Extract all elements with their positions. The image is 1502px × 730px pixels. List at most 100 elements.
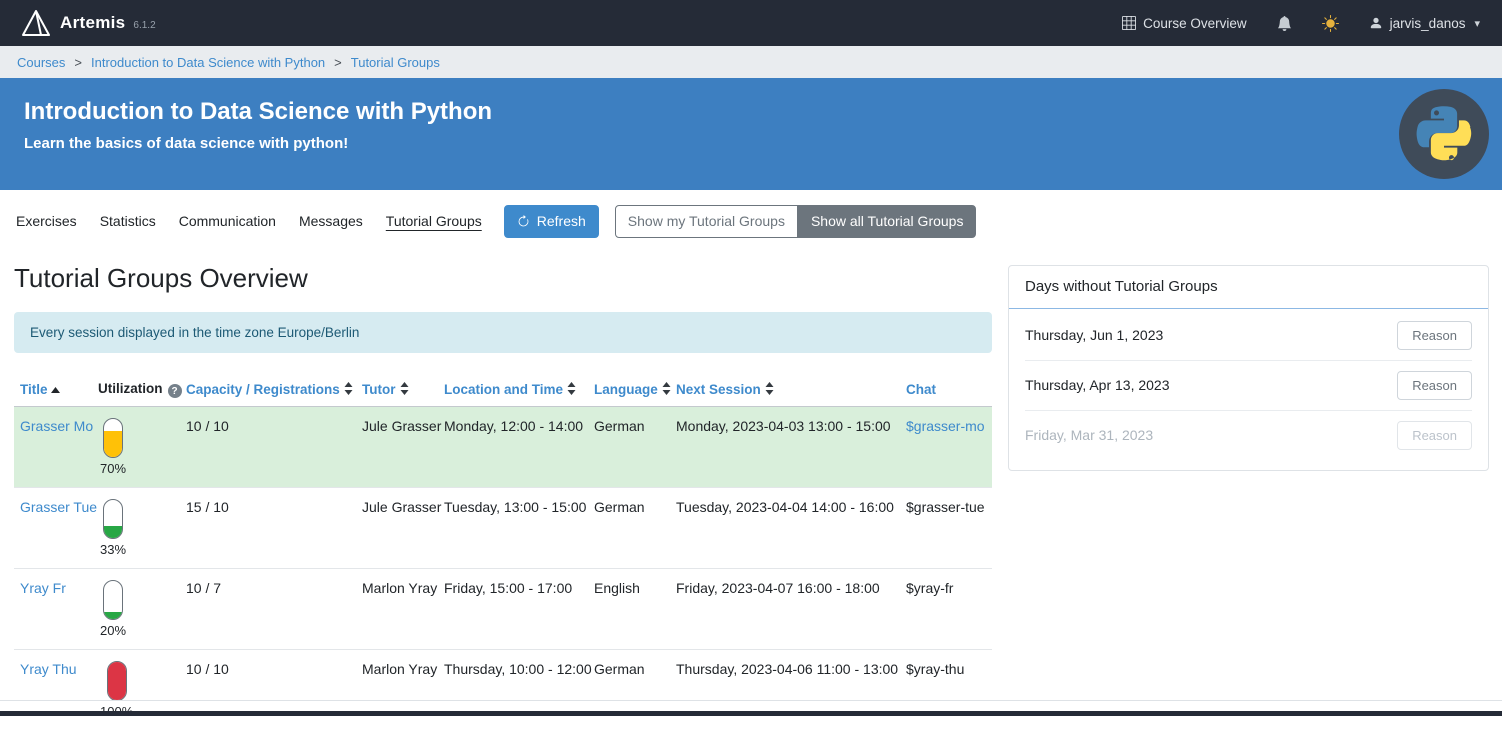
show-my-groups-button[interactable]: Show my Tutorial Groups — [615, 205, 798, 238]
course-title: Introduction to Data Science with Python — [24, 98, 1478, 126]
notifications-button[interactable] — [1277, 16, 1292, 31]
capacity-cell: 10 / 10 — [180, 407, 356, 488]
tutorial-groups-main: Tutorial Groups Overview Every session d… — [14, 257, 992, 730]
refresh-button[interactable]: Refresh — [504, 205, 599, 238]
breadcrumb-course[interactable]: Introduction to Data Science with Python — [91, 55, 325, 70]
column-header-next-session[interactable]: Next Session — [670, 375, 900, 407]
course-overview-link[interactable]: Course Overview — [1122, 16, 1247, 31]
location-cell: Tuesday, 13:00 - 15:00 — [438, 488, 588, 569]
theme-toggle-button[interactable] — [1322, 15, 1339, 32]
tutor-cell: Jule Grasser — [356, 407, 438, 488]
day-row: Friday, Mar 31, 2023 Reason — [1025, 411, 1472, 460]
breadcrumb-separator: > — [334, 55, 342, 70]
day-date: Thursday, Jun 1, 2023 — [1025, 327, 1163, 343]
reason-button[interactable]: Reason — [1397, 421, 1472, 450]
footer-bar — [0, 711, 1502, 716]
next-session-cell: Friday, 2023-04-07 16:00 - 18:00 — [670, 569, 900, 650]
tutorial-group-row: Yray Fr 20% 10 / 7 Marlon Yray Friday, 1… — [14, 569, 992, 650]
breadcrumb-courses[interactable]: Courses — [17, 55, 65, 70]
footer — [0, 700, 1502, 716]
next-session-cell: Thursday, 2023-04-06 11:00 - 13:00 — [670, 650, 900, 730]
tab-exercises[interactable]: Exercises — [16, 213, 77, 229]
chat-channel-link[interactable]: $grasser-mo — [906, 418, 985, 434]
utilization-pill-fill — [104, 431, 122, 458]
utilization-percent-label: 33% — [100, 542, 126, 557]
user-menu[interactable]: jarvis_danos ▾ — [1369, 16, 1480, 31]
utilization-widget: 33% — [100, 499, 126, 557]
artemis-brand[interactable]: Artemis 6.1.2 — [22, 10, 156, 36]
course-header: Introduction to Data Science with Python… — [0, 78, 1502, 190]
tutorial-group-row: Grasser Tue 33% 15 / 10 Jule Grasser Tue… — [14, 488, 992, 569]
course-tabbar: Exercises Statistics Communication Messa… — [0, 190, 1502, 251]
next-session-cell: Tuesday, 2023-04-04 14:00 - 16:00 — [670, 488, 900, 569]
tab-tutorial-groups[interactable]: Tutorial Groups — [386, 213, 482, 229]
brand-name: Artemis — [60, 13, 125, 33]
utilization-widget: 70% — [100, 418, 126, 476]
column-header-chat: Chat — [900, 375, 992, 407]
column-header-title[interactable]: Title — [14, 375, 92, 407]
utilization-pill-fill — [104, 612, 122, 620]
bell-icon — [1277, 16, 1292, 31]
tutorial-group-title-link[interactable]: Yray Thu — [20, 661, 77, 677]
breadcrumb-tutorial-groups[interactable]: Tutorial Groups — [351, 55, 440, 70]
tab-statistics[interactable]: Statistics — [100, 213, 156, 229]
day-date: Thursday, Apr 13, 2023 — [1025, 377, 1170, 393]
day-row: Thursday, Apr 13, 2023 Reason — [1025, 361, 1472, 411]
sort-icon — [344, 382, 353, 395]
capacity-cell: 15 / 10 — [180, 488, 356, 569]
tab-communication[interactable]: Communication — [179, 213, 276, 229]
tutor-cell: Marlon Yray — [356, 569, 438, 650]
utilization-pill-fill — [108, 662, 126, 700]
sort-ascending-icon — [51, 387, 60, 393]
column-header-capacity[interactable]: Capacity / Registrations — [180, 375, 356, 407]
utilization-percent-label: 70% — [100, 461, 126, 476]
day-date: Friday, Mar 31, 2023 — [1025, 427, 1153, 443]
artemis-logo-icon — [22, 10, 50, 36]
timezone-notice: Every session displayed in the time zone… — [14, 312, 992, 353]
tutor-cell: Marlon Yray — [356, 650, 438, 730]
column-header-tutor[interactable]: Tutor — [356, 375, 438, 407]
utilization-pill — [103, 418, 123, 458]
days-without-groups-card: Days without Tutorial Groups Thursday, J… — [1008, 265, 1489, 471]
location-cell: Thursday, 10:00 - 12:00 — [438, 650, 588, 730]
tutorial-group-row: Grasser Mo 70% 10 / 10 Jule Grasser Mond… — [14, 407, 992, 488]
language-cell: German — [588, 488, 670, 569]
column-header-location[interactable]: Location and Time — [438, 375, 588, 407]
day-row: Thursday, Jun 1, 2023 Reason — [1025, 311, 1472, 361]
tutorial-group-title-link[interactable]: Grasser Tue — [20, 499, 97, 515]
grid-icon — [1122, 16, 1136, 30]
sort-icon — [400, 382, 409, 395]
card-title: Days without Tutorial Groups — [1009, 266, 1488, 309]
show-all-groups-button[interactable]: Show all Tutorial Groups — [798, 205, 977, 238]
help-icon[interactable]: ? — [168, 384, 182, 398]
sun-icon — [1322, 15, 1339, 32]
chat-cell: $yray-fr — [900, 569, 992, 650]
language-cell: English — [588, 569, 670, 650]
location-cell: Monday, 12:00 - 14:00 — [438, 407, 588, 488]
tutorial-group-title-link[interactable]: Yray Fr — [20, 580, 66, 596]
tutorial-group-row: Yray Thu 100% 10 / 10 Marlon Yray Thursd… — [14, 650, 992, 730]
refresh-label: Refresh — [537, 213, 586, 230]
reason-button[interactable]: Reason — [1397, 321, 1472, 350]
footer-divider — [0, 700, 1502, 711]
utilization-pill — [103, 580, 123, 620]
group-filter-toggle: Show my Tutorial Groups Show all Tutoria… — [615, 205, 977, 238]
utilization-pill — [103, 499, 123, 539]
chat-cell: $yray-thu — [900, 650, 992, 730]
breadcrumb-separator: > — [74, 55, 82, 70]
chat-cell: $grasser-mo — [900, 407, 992, 488]
username-label: jarvis_danos — [1390, 16, 1466, 31]
utilization-pill — [107, 661, 127, 701]
reason-button[interactable]: Reason — [1397, 371, 1472, 400]
capacity-cell: 10 / 10 — [180, 650, 356, 730]
tutorial-groups-table: Title Utilization? Capacity / Registrati… — [14, 375, 992, 730]
course-subtitle: Learn the basics of data science with py… — [24, 135, 1478, 152]
user-icon — [1369, 16, 1383, 30]
top-navbar: Artemis 6.1.2 Course Overview jarvis_dan… — [0, 0, 1502, 46]
next-session-cell: Monday, 2023-04-03 13:00 - 15:00 — [670, 407, 900, 488]
column-header-language[interactable]: Language — [588, 375, 670, 407]
tutorial-group-title-link[interactable]: Grasser Mo — [20, 418, 93, 434]
refresh-icon — [517, 215, 530, 228]
breadcrumb: Courses > Introduction to Data Science w… — [0, 46, 1502, 78]
tab-messages[interactable]: Messages — [299, 213, 363, 229]
